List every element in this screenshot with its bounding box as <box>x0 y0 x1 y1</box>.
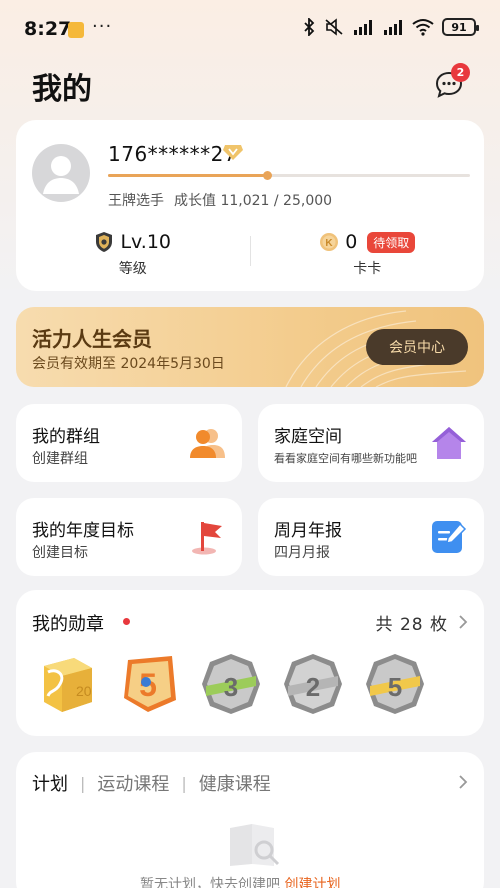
plan-tabs: 计划 | 运动课程 | 健康课程 <box>32 770 271 796</box>
silver-two-medal-icon[interactable]: 2 <box>282 652 344 716</box>
page-title: 我的 <box>32 72 92 107</box>
gold-cube-medal-icon[interactable]: 20 <box>36 652 98 716</box>
tile-subtitle: 看看家庭空间有哪些新功能吧 <box>274 452 417 465</box>
empty-plan-icon <box>230 824 280 866</box>
tile-my-groups[interactable]: 我的群组 创建群组 <box>16 404 242 482</box>
silver-three-medal-icon[interactable]: 3 <box>200 652 262 716</box>
bluetooth-icon <box>302 18 316 36</box>
growth-value: 成长值 11,021 / 25,000 <box>174 193 333 209</box>
medal-list: 20 5 3 2 5 <box>36 652 426 716</box>
signal-icon-2 <box>382 18 404 36</box>
pending-claim-badge[interactable]: 待领取 <box>367 231 416 253</box>
group-people-icon <box>190 429 225 458</box>
svg-text:K: K <box>326 238 334 249</box>
signal-icon-1 <box>352 18 374 36</box>
status-time: 8:27 <box>24 18 72 40</box>
tile-annual-goals[interactable]: 我的年度目标 创建目标 <box>16 498 242 576</box>
tab-sports-courses[interactable]: 运动课程 <box>97 770 169 796</box>
level-stat[interactable]: Lv.10 等级 <box>16 228 250 284</box>
chevron-right-icon[interactable] <box>458 614 468 630</box>
svg-text:2: 2 <box>306 672 320 702</box>
avatar[interactable] <box>32 144 90 202</box>
membership-title: 活力人生会员 <box>32 327 152 351</box>
growth-progress-knob <box>263 171 273 180</box>
default-avatar-icon <box>43 156 79 194</box>
vip-diamond-icon <box>222 142 244 162</box>
rank-row: 王牌选手 成长值 11,021 / 25,000 <box>108 190 332 210</box>
tile-family-space[interactable]: 家庭空间 看看家庭空间有哪些新功能吧 <box>258 404 484 482</box>
house-icon <box>432 427 466 459</box>
medals-count: 共 28 枚 <box>375 615 448 635</box>
plan-card: 计划 | 运动课程 | 健康课程 暂无计划，快去创建吧 创建计划 <box>16 752 484 888</box>
tab-separator: | <box>80 773 86 793</box>
tile-title: 家庭空间 <box>274 427 342 447</box>
medals-title: 我的勋章 <box>32 614 104 635</box>
tile-title: 我的年度目标 <box>32 521 134 541</box>
tile-title: 周月年报 <box>274 521 342 541</box>
profile-card: 176******27 王牌选手 成长值 11,021 / 25,000 Lv.… <box>16 120 484 291</box>
running-five-medal-icon[interactable]: 5 <box>118 652 180 716</box>
status-bar: 8:27 ··· 91 <box>0 0 500 60</box>
svg-text:20: 20 <box>76 683 92 699</box>
tab-separator: | <box>181 773 187 793</box>
member-center-button[interactable]: 会员中心 <box>366 329 468 365</box>
report-edit-icon <box>432 521 467 553</box>
notification-app-icon <box>68 22 84 38</box>
level-shield-icon <box>96 232 113 252</box>
card-label: 卡卡 <box>353 261 382 277</box>
tab-health-courses[interactable]: 健康课程 <box>199 770 271 796</box>
user-phone[interactable]: 176******27 <box>108 142 237 166</box>
card-stat[interactable]: K 0 待领取 卡卡 <box>251 228 485 284</box>
membership-banner[interactable]: 活力人生会员 会员有效期至 2024年5月30日 会员中心 <box>16 307 484 387</box>
plan-empty-message: 暂无计划，快去创建吧 创建计划 <box>140 874 340 888</box>
create-plan-link[interactable]: 创建计划 <box>284 877 340 888</box>
more-notifications-icon: ··· <box>92 16 113 37</box>
mute-icon <box>324 18 344 36</box>
tile-title: 我的群组 <box>32 427 100 447</box>
level-label: 等级 <box>118 261 147 277</box>
message-count-badge: 2 <box>451 63 470 82</box>
battery-icon: 91 <box>442 18 479 36</box>
growth-progress-fill <box>108 174 268 177</box>
svg-text:3: 3 <box>224 672 238 702</box>
tab-plan[interactable]: 计划 <box>32 770 68 796</box>
svg-text:5: 5 <box>388 672 402 702</box>
goal-flag-icon <box>192 522 222 555</box>
level-value: Lv.10 <box>120 231 172 253</box>
silver-five-medal-icon[interactable]: 5 <box>364 652 426 716</box>
wifi-icon <box>412 18 434 36</box>
membership-expire-date: 会员有效期至 2024年5月30日 <box>32 356 225 372</box>
chevron-right-icon[interactable] <box>458 774 468 790</box>
new-medal-dot <box>123 618 130 625</box>
medals-card[interactable]: 我的勋章 共 28 枚 20 5 3 2 <box>16 590 484 736</box>
tile-reports[interactable]: 周月年报 四月月报 <box>258 498 484 576</box>
k-coin-icon: K <box>320 233 339 251</box>
stats-row: Lv.10 等级 K 0 待领取 卡卡 <box>16 228 484 284</box>
tile-subtitle: 四月月报 <box>274 545 330 561</box>
status-icons: 91 <box>302 18 479 36</box>
tile-subtitle: 创建群组 <box>32 451 88 467</box>
empty-text: 暂无计划，快去创建吧 <box>140 877 280 888</box>
tile-subtitle: 创建目标 <box>32 545 88 561</box>
rank-title: 王牌选手 <box>108 193 164 209</box>
growth-progress-bar <box>108 171 470 180</box>
card-value: 0 <box>345 231 358 253</box>
